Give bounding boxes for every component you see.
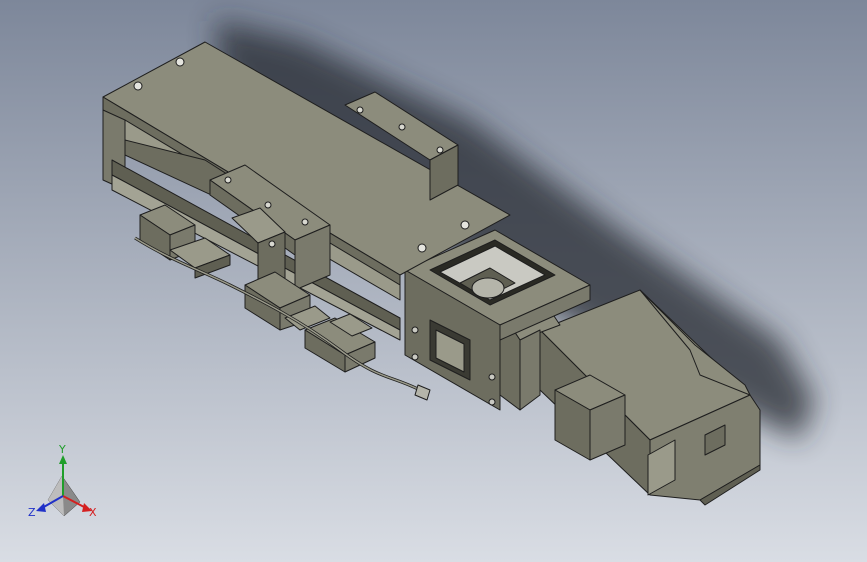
screw-hole: [417, 243, 427, 253]
triad-y-label: Y: [58, 443, 66, 456]
coupling-hub: [471, 277, 505, 299]
model-scene[interactable]: Y X Z: [0, 0, 867, 562]
triad-z-label: Z: [28, 506, 36, 519]
screw-hole: [175, 57, 185, 67]
screw-hole: [460, 220, 470, 230]
triad-x-label: X: [89, 506, 97, 519]
graphics-viewport[interactable]: Y X Z: [0, 0, 867, 562]
screw-hole: [133, 81, 143, 91]
